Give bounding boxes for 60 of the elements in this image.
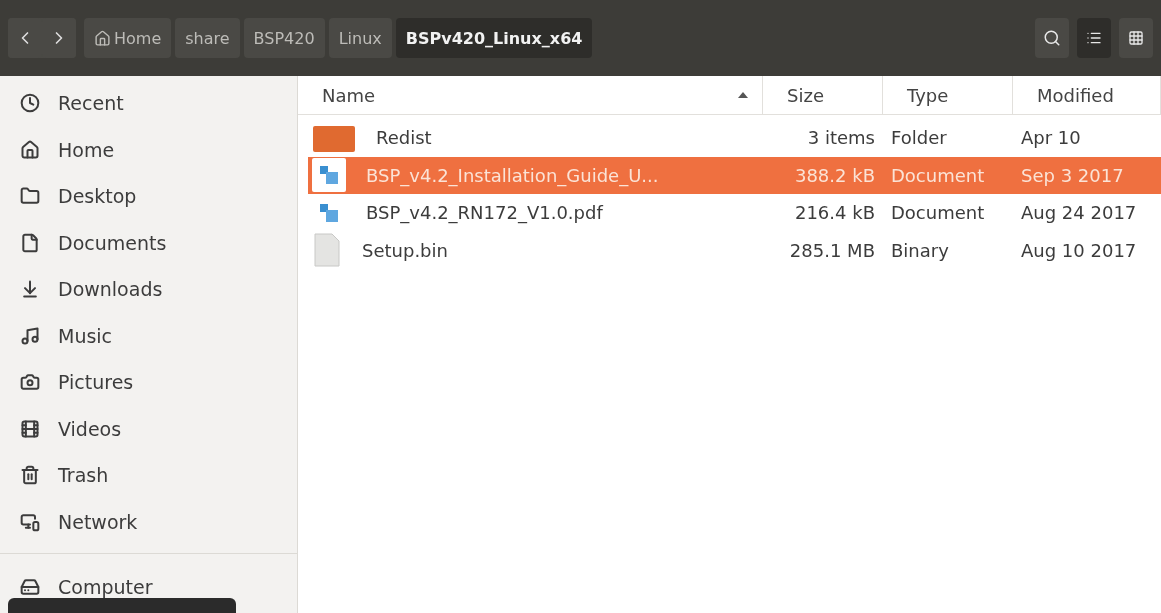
path-button[interactable]: BSPv420_Linux_x64 <box>395 18 593 58</box>
sidebar-item[interactable]: Pictures <box>0 359 297 406</box>
file-type: Document <box>890 202 986 224</box>
file-name: BSP_v4.2_Installation_Guide_U... <box>365 164 659 186</box>
place-icon <box>20 186 40 207</box>
home-icon <box>94 29 111 47</box>
file-name: Redist <box>375 127 432 149</box>
file-modified: Apr 10 <box>1020 127 1082 149</box>
sidebar-item[interactable]: Recent <box>0 80 297 127</box>
sidebar-item[interactable]: Documents <box>0 219 297 266</box>
place-icon <box>20 577 40 598</box>
file-size: 3 items <box>806 127 876 149</box>
file-row[interactable]: Redist 3 items Folder Apr 10 <box>308 119 1161 157</box>
file-icon <box>312 233 342 268</box>
place-icon <box>20 93 40 114</box>
sort-arrow-icon <box>738 92 748 98</box>
place-icon <box>20 279 40 300</box>
file-size: 388.2 kB <box>793 164 876 186</box>
place-icon <box>20 139 40 160</box>
place-icon <box>20 372 40 393</box>
column-header[interactable]: Name <box>298 76 763 114</box>
path-button[interactable]: Home <box>84 18 172 58</box>
file-name: Setup.bin <box>361 239 448 261</box>
sidebar-item[interactable]: Computer <box>0 564 297 611</box>
grid-view-button[interactable] <box>1119 18 1153 58</box>
file-type: Binary <box>890 239 950 261</box>
sidebar-item[interactable]: Trash <box>0 452 297 499</box>
sidebar-item[interactable]: Music <box>0 312 297 359</box>
document-icon <box>312 158 346 193</box>
file-size: 285.1 MB <box>788 239 876 261</box>
file-row[interactable]: BSP_v4.2_RN172_V1.0.pdf 216.4 kB Document Aug 24 2017 <box>308 194 1161 232</box>
column-header[interactable]: Type <box>883 76 1013 114</box>
file-type: Document <box>890 164 986 186</box>
list-icon <box>1086 30 1102 46</box>
sidebar-item[interactable]: Home <box>0 126 297 173</box>
path-button[interactable]: Linux <box>328 18 392 58</box>
list-view-button[interactable] <box>1077 18 1111 58</box>
place-icon <box>20 465 40 486</box>
file-modified: Aug 24 2017 <box>1020 202 1138 224</box>
sidebar-item[interactable]: Network <box>0 498 297 545</box>
file-modified: Aug 10 2017 <box>1020 239 1138 261</box>
place-icon <box>20 325 40 346</box>
file-type: Folder <box>890 127 948 149</box>
place-icon <box>20 511 40 532</box>
search-button[interactable] <box>1035 18 1069 58</box>
grid-icon <box>1128 30 1144 46</box>
file-size: 216.4 kB <box>793 202 876 224</box>
file-name: BSP_v4.2_RN172_V1.0.pdf <box>365 202 603 224</box>
column-header[interactable]: Size <box>763 76 883 114</box>
file-modified: Sep 3 2017 <box>1020 164 1125 186</box>
column-header[interactable]: Modified <box>1013 76 1161 114</box>
place-icon <box>20 232 40 253</box>
place-icon <box>20 418 40 439</box>
path-button[interactable]: BSP420 <box>243 18 325 58</box>
sidebar-item[interactable]: Downloads <box>0 266 297 313</box>
sidebar-item[interactable]: Videos <box>0 405 297 452</box>
search-icon <box>1043 29 1061 47</box>
path-button[interactable]: share <box>175 18 240 58</box>
file-row[interactable]: Setup.bin 285.1 MB Binary Aug 10 2017 <box>308 231 1161 269</box>
sidebar-item[interactable]: Desktop <box>0 173 297 220</box>
